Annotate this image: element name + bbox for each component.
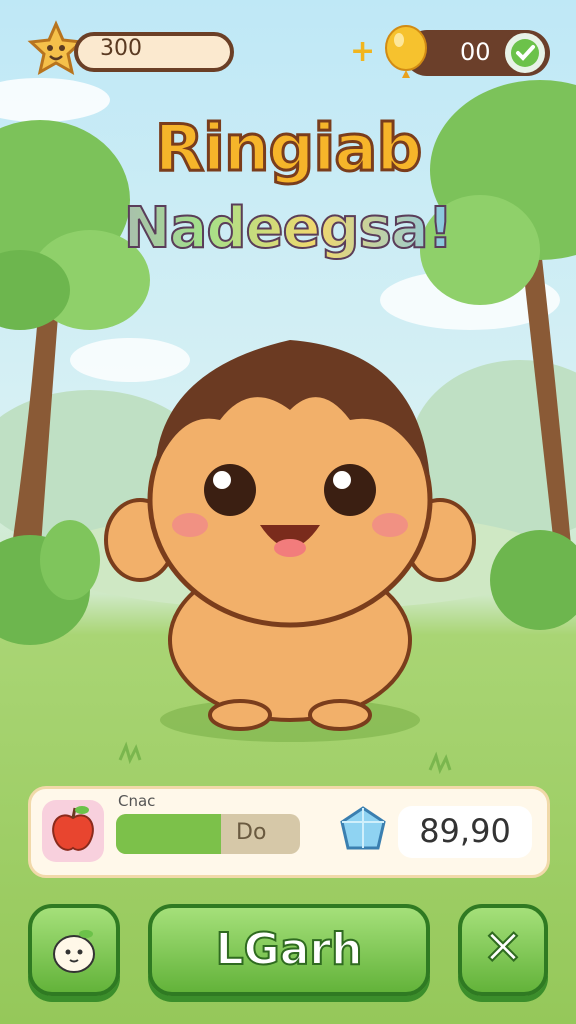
close-button[interactable]: ✕	[458, 904, 548, 996]
progress-fill	[116, 814, 221, 854]
check-button[interactable]	[502, 30, 548, 76]
coin-counter-bar	[74, 32, 234, 72]
mascot-button[interactable]	[28, 904, 120, 996]
crystal-icon	[340, 806, 386, 850]
gem-value: 00	[460, 38, 491, 66]
coin-value: 300	[100, 36, 142, 61]
game-title-line1: Ringiab	[153, 111, 424, 188]
golden-balloon-icon	[385, 25, 427, 78]
game-title-line2: Nadeegsa!	[0, 195, 576, 262]
game-screen: 300 + 00 Ringiab Nadeegsa! Cnac Do 89,90	[0, 0, 576, 1024]
check-icon	[511, 39, 539, 67]
seed-mascot-icon	[53, 930, 95, 973]
apple-tile[interactable]	[42, 800, 104, 862]
mascot-character	[104, 340, 476, 731]
main-action-label: LGarh	[215, 923, 364, 976]
add-currency-button[interactable]: +	[350, 34, 375, 69]
score-value: 89,90	[419, 812, 511, 850]
progress-label: Cnac	[118, 792, 156, 810]
progress-value: Do	[236, 820, 267, 845]
close-icon: ✕	[482, 919, 524, 977]
apple-icon	[52, 806, 94, 851]
